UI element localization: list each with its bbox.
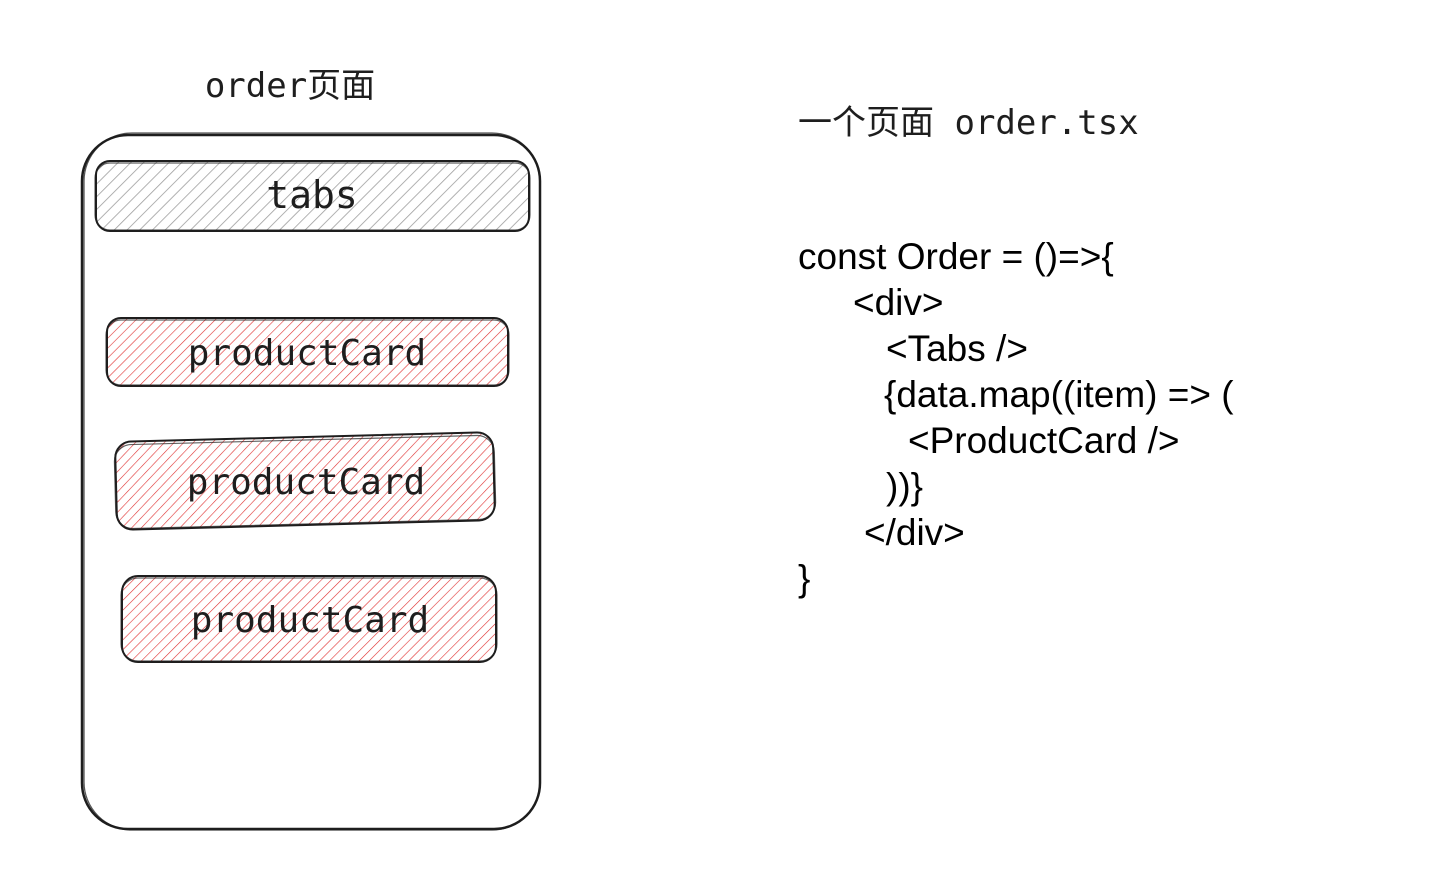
tabs-box: tabs <box>94 160 531 232</box>
product-card-label: productCard <box>187 462 425 503</box>
product-card-3: productCard <box>120 575 498 663</box>
product-card-2: productCard <box>113 431 497 531</box>
product-card-1: productCard <box>105 317 510 387</box>
code-line: <Tabs /> <box>886 328 1028 369</box>
code-line: ))} <box>886 466 923 507</box>
code-line: </div> <box>864 512 965 553</box>
code-line: <ProductCard /> <box>908 420 1180 461</box>
heading: 一个页面 order.tsx <box>798 103 1139 143</box>
tabs-label: tabs <box>266 173 358 217</box>
code-line: const Order = ()=>{ <box>798 236 1114 277</box>
product-card-label: productCard <box>191 600 429 641</box>
product-card-label: productCard <box>188 333 426 374</box>
code-line: {data.map((item) => ( <box>884 374 1234 415</box>
code-block: const Order = ()=>{ <div> <Tabs /> {data.ma… <box>798 234 1234 602</box>
code-line: } <box>798 558 811 599</box>
page-title: order页面 <box>205 66 375 106</box>
code-line: <div> <box>853 282 944 323</box>
